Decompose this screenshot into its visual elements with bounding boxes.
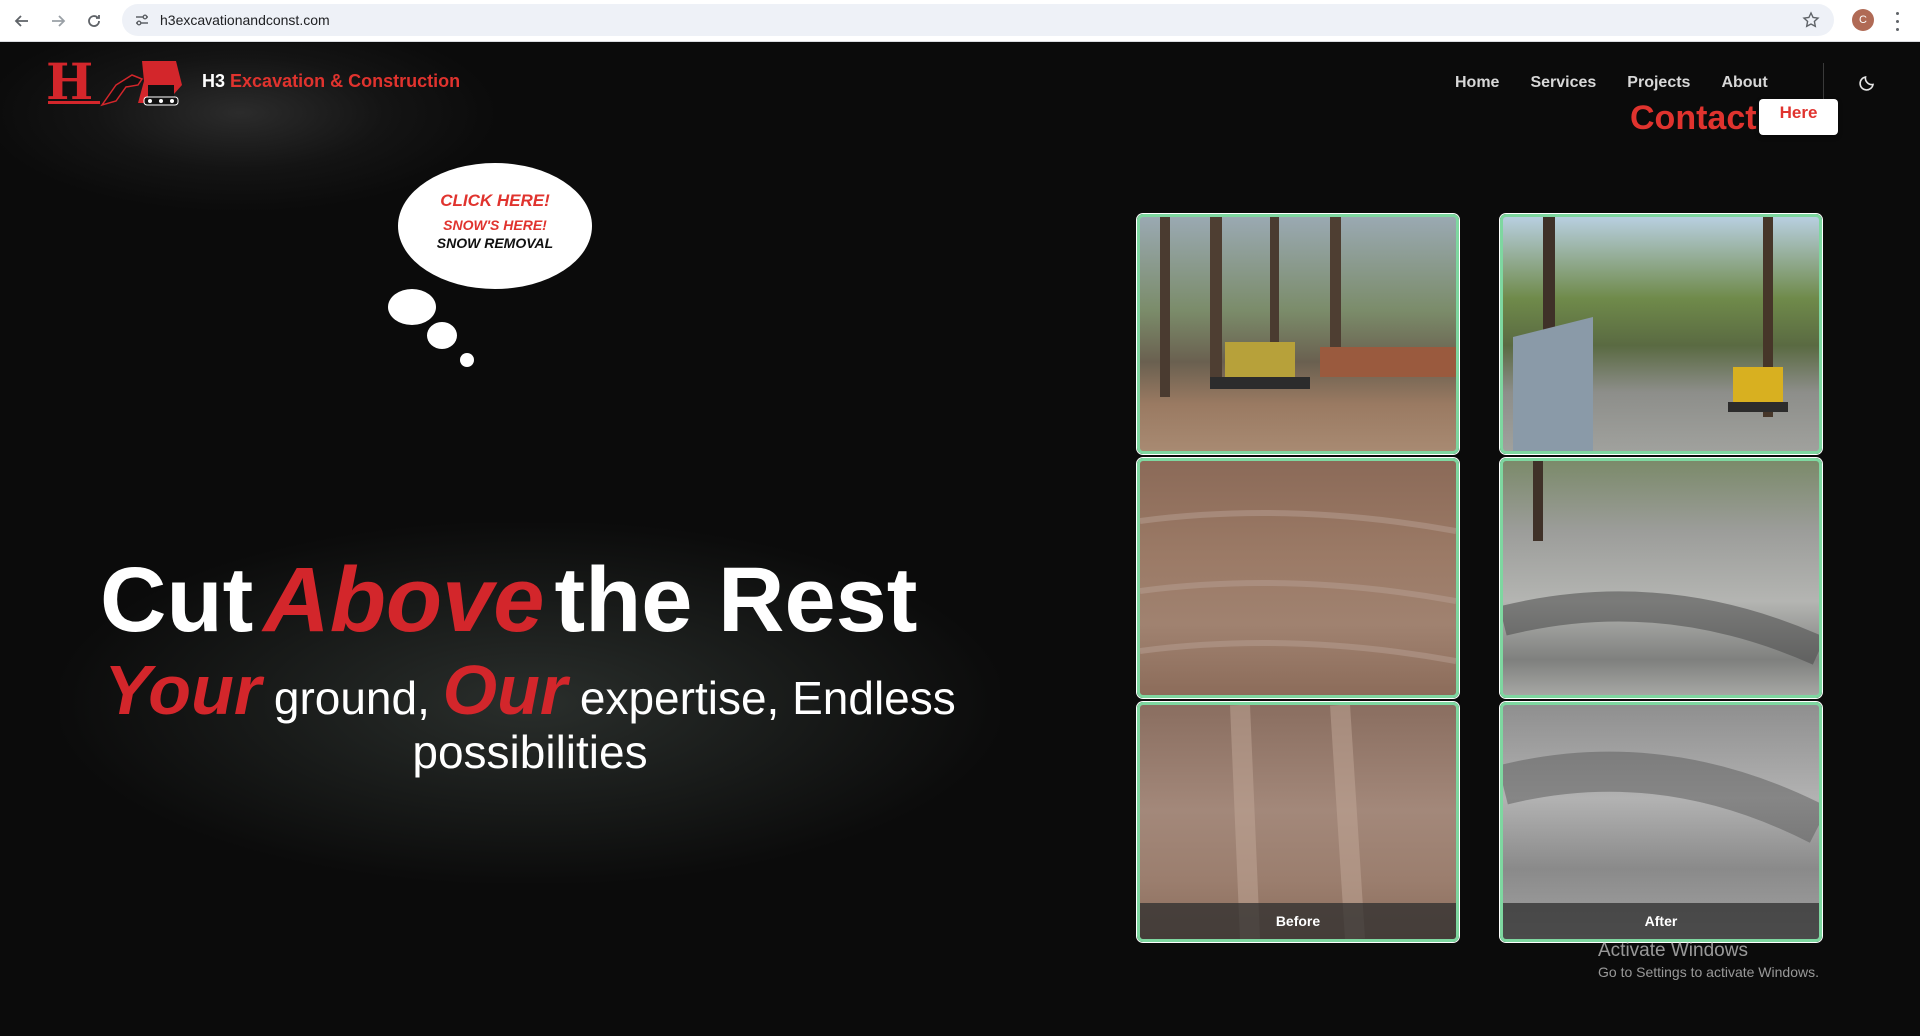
dark-mode-toggle-icon[interactable] bbox=[1858, 72, 1878, 92]
bubble-tail-large bbox=[388, 289, 436, 325]
headline-above: Above bbox=[263, 549, 545, 651]
nav-projects[interactable]: Projects bbox=[1627, 74, 1690, 92]
nav-home[interactable]: Home bbox=[1455, 74, 1499, 92]
bubble-snow-removal: SNOW REMOVAL bbox=[436, 235, 554, 251]
after-label: After bbox=[1503, 903, 1819, 939]
windows-activation-watermark: Activate Windows Go to Settings to activ… bbox=[1598, 940, 1819, 980]
bookmark-star-icon[interactable] bbox=[1802, 11, 1820, 29]
headline-rest: the Rest bbox=[554, 549, 918, 651]
tagline-our: Our bbox=[442, 651, 568, 729]
graded-dirt-image bbox=[1140, 510, 1456, 664]
bubble-click-here: CLICK HERE! bbox=[440, 191, 550, 210]
excavator-in-woods-image bbox=[1160, 217, 1456, 397]
tagline-your: Your bbox=[104, 651, 262, 729]
before-photo-1[interactable] bbox=[1137, 214, 1459, 454]
reload-icon[interactable] bbox=[80, 7, 108, 35]
watermark-title: Activate Windows bbox=[1598, 940, 1748, 961]
site-settings-icon[interactable] bbox=[134, 12, 150, 28]
snow-removal-bubble[interactable]: CLICK HERE! SNOW'S HERE! SNOW REMOVAL bbox=[398, 163, 592, 289]
back-icon[interactable] bbox=[8, 7, 36, 35]
forward-icon[interactable] bbox=[44, 7, 72, 35]
nav-services[interactable]: Services bbox=[1530, 74, 1596, 92]
before-label: Before bbox=[1140, 903, 1456, 939]
hero-tagline: Your ground, Our expertise, Endless poss… bbox=[100, 655, 960, 779]
brand-name[interactable]: H3 Excavation & Construction bbox=[202, 71, 460, 92]
brand-title: Excavation & Construction bbox=[230, 71, 461, 91]
address-bar[interactable]: h3excavationandconst.com bbox=[122, 4, 1834, 36]
hero-headline: Cut Above the Rest bbox=[100, 548, 960, 653]
bubble-tail-medium bbox=[427, 322, 457, 349]
after-photo-3[interactable]: After bbox=[1500, 702, 1822, 942]
headline-cut: Cut bbox=[100, 549, 254, 651]
gravel-path-image bbox=[1503, 461, 1819, 665]
profile-avatar[interactable]: C bbox=[1852, 9, 1874, 31]
contact-here-button[interactable]: Here bbox=[1759, 99, 1838, 135]
main-nav: Home Services Projects About bbox=[1455, 74, 1768, 92]
nav-about[interactable]: About bbox=[1721, 74, 1767, 92]
contact-label[interactable]: Contact bbox=[1630, 99, 1757, 138]
watermark-subtitle: Go to Settings to activate Windows. bbox=[1598, 964, 1819, 980]
tagline-ground: ground, bbox=[273, 672, 430, 724]
gravel-driveway-image bbox=[1513, 217, 1788, 451]
page: H H3 Excavation & Construction Home Serv… bbox=[0, 43, 1920, 1036]
bubble-tail-small bbox=[460, 353, 474, 367]
after-photo-1[interactable] bbox=[1500, 214, 1822, 454]
before-photo-2[interactable] bbox=[1137, 458, 1459, 698]
browser-toolbar: h3excavationandconst.com C bbox=[0, 0, 1920, 42]
browser-menu-icon[interactable] bbox=[1893, 9, 1901, 33]
before-photo-3[interactable]: Before bbox=[1137, 702, 1459, 942]
brand-prefix: H3 bbox=[202, 71, 226, 91]
after-photo-2[interactable] bbox=[1500, 458, 1822, 698]
bubble-snows-here: SNOW'S HERE! bbox=[443, 217, 547, 233]
company-logo[interactable]: H bbox=[46, 55, 186, 111]
url-text[interactable]: h3excavationandconst.com bbox=[160, 12, 330, 28]
